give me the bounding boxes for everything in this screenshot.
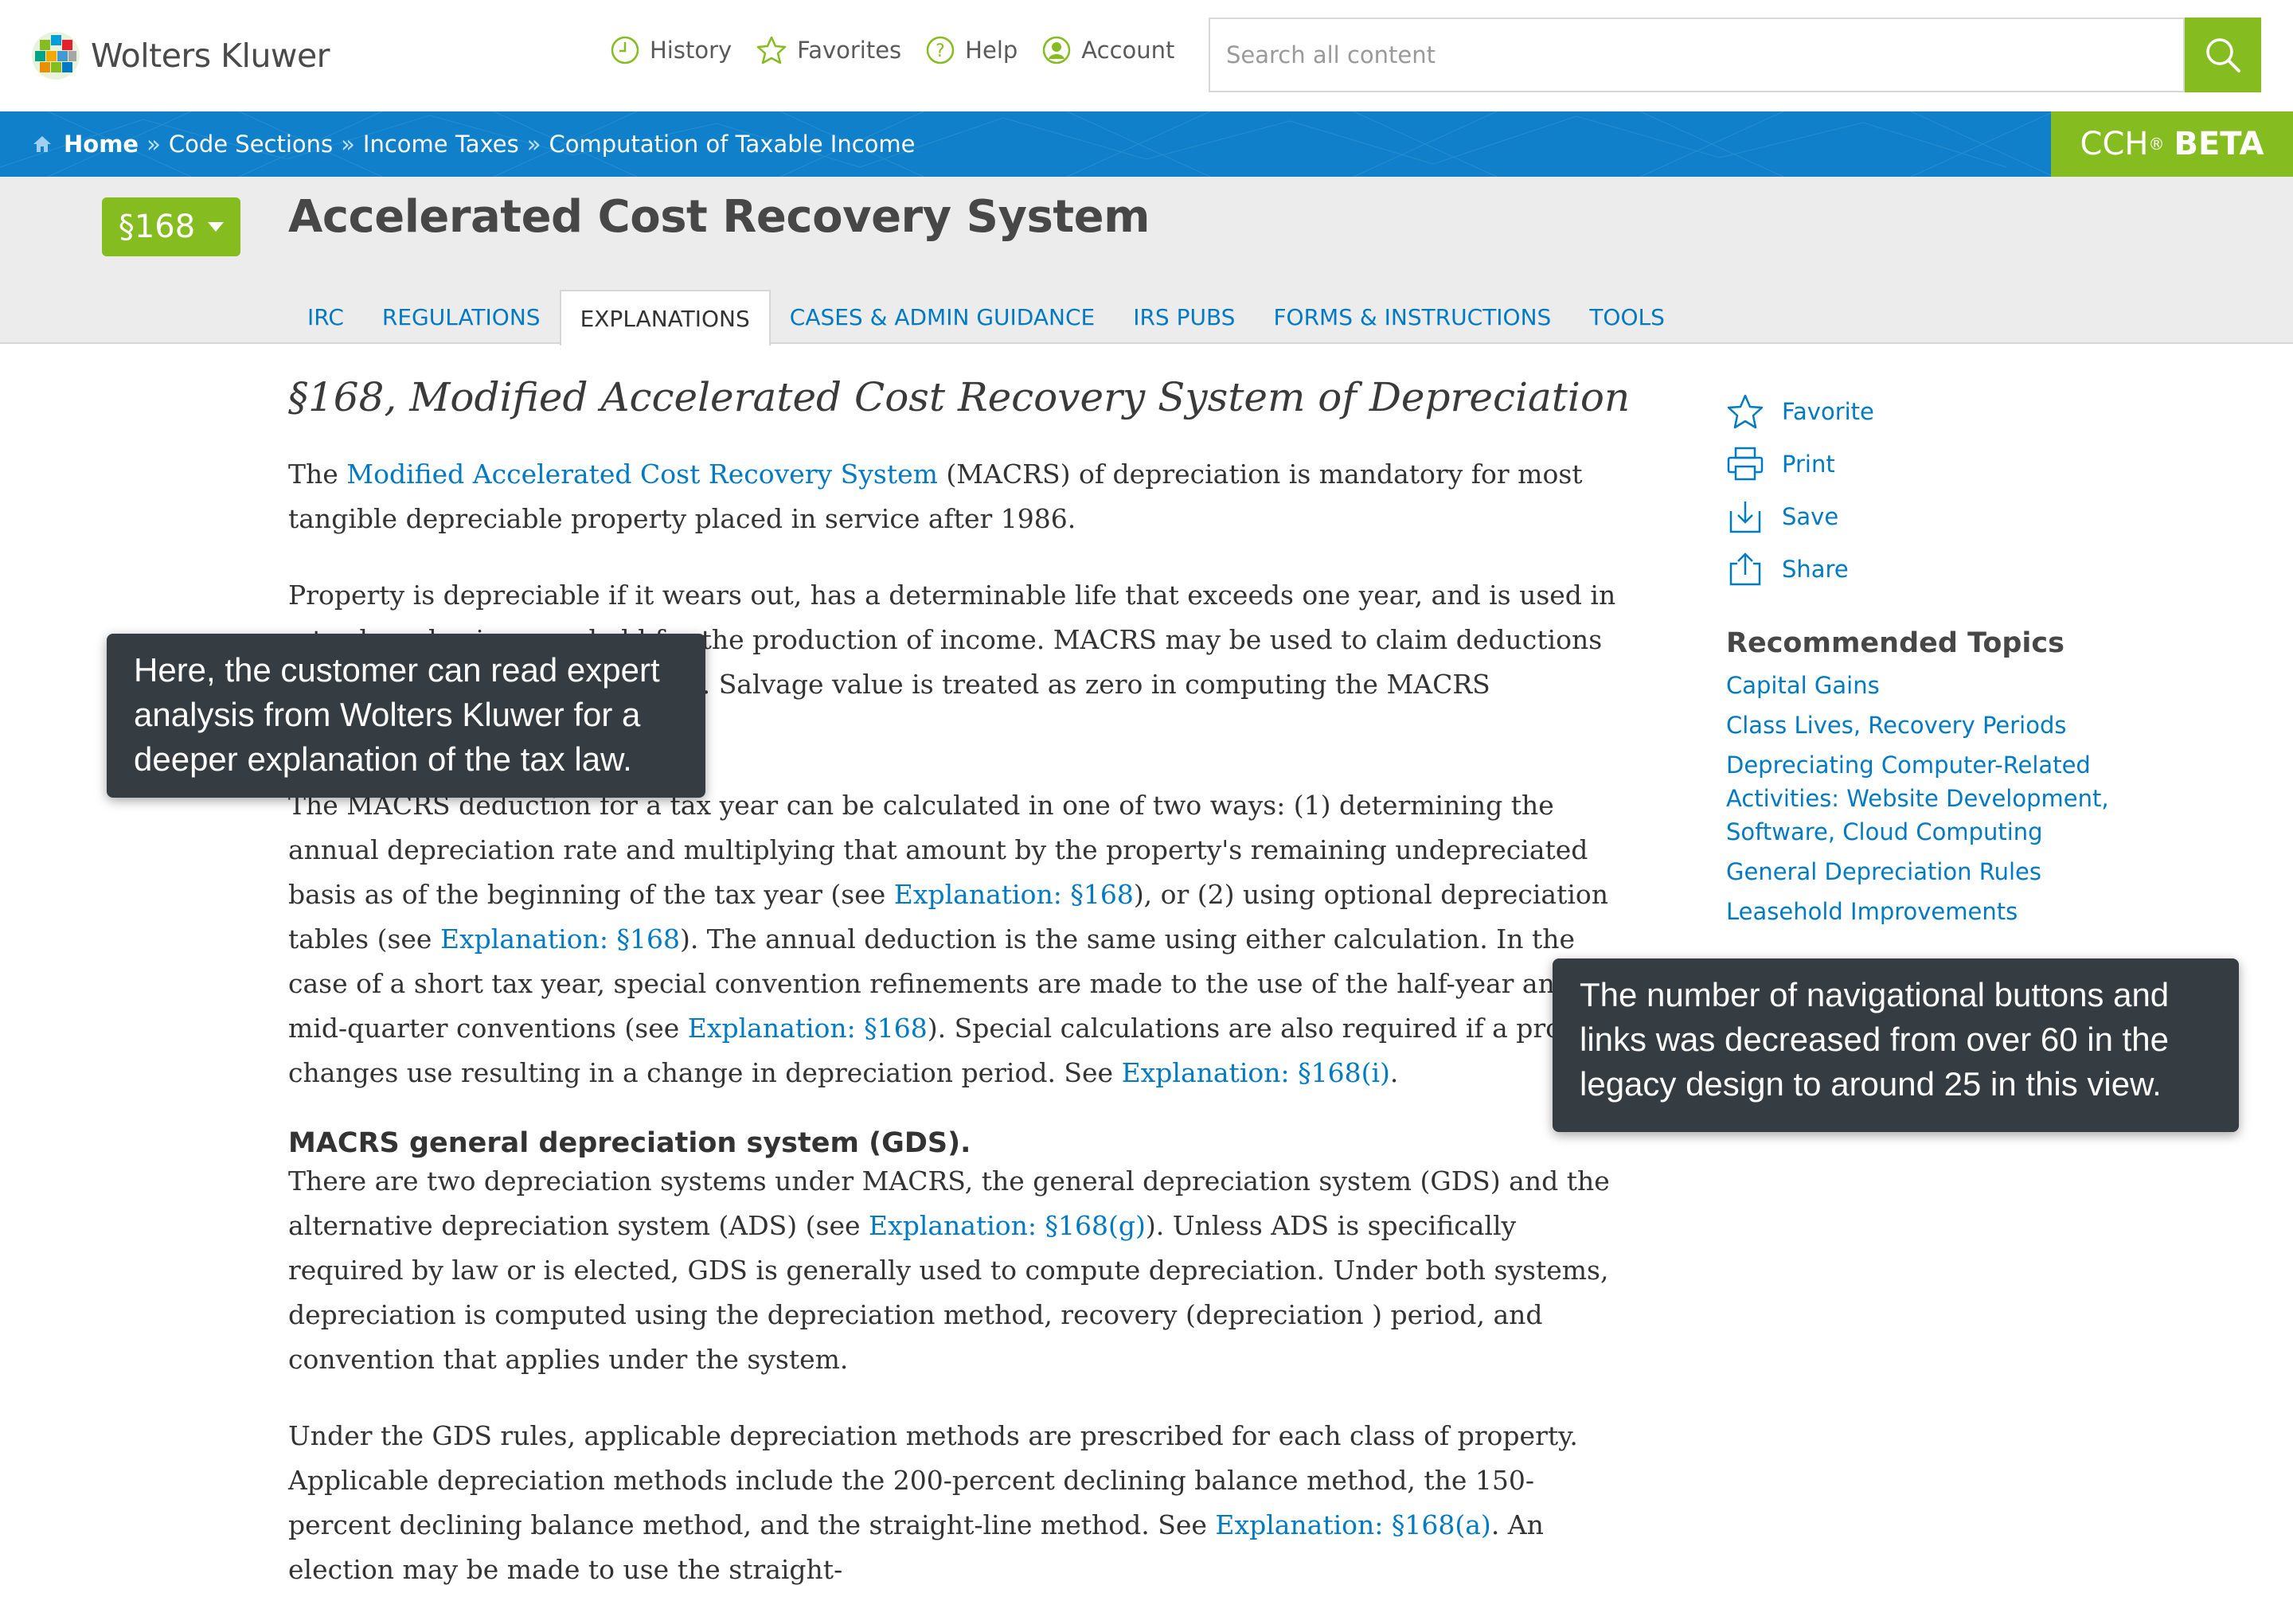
cch-label: CCH xyxy=(2080,126,2149,162)
search-field[interactable] xyxy=(1209,18,2185,92)
save-action[interactable]: Save xyxy=(1726,490,2204,543)
brand-name: Wolters Kluwer xyxy=(91,37,330,75)
recommended-topic-link[interactable]: Class Lives, Recovery Periods xyxy=(1726,709,2204,742)
download-icon xyxy=(1729,502,1761,533)
nav-favorites-label: Favorites xyxy=(797,37,902,64)
top-header: Wolters Kluwer History Favorites ? Help … xyxy=(0,0,2293,111)
account-icon xyxy=(1043,36,1071,64)
title-area: §168 Accelerated Cost Recovery System IR… xyxy=(0,177,2293,345)
nav-favorites[interactable]: Favorites xyxy=(756,35,901,65)
breadcrumb-separator: » xyxy=(526,131,541,158)
explanation-link[interactable]: Explanation: §168(i) xyxy=(1122,1057,1390,1088)
text-run: The xyxy=(288,459,347,490)
print-action[interactable]: Print xyxy=(1726,438,2204,490)
article-paragraph: The MACRS deduction for a tax year can b… xyxy=(288,783,1634,1095)
tab-cases-admin-guidance[interactable]: CASES & ADMIN GUIDANCE xyxy=(771,290,1114,344)
article-paragraph: There are two depreciation systems under… xyxy=(288,1159,1634,1382)
explanation-link[interactable]: Explanation: §168 xyxy=(688,1013,928,1044)
star-icon xyxy=(756,36,787,64)
macrs-link[interactable]: Modified Accelerated Cost Recovery Syste… xyxy=(346,459,938,490)
explanation-link[interactable]: Explanation: §168 xyxy=(894,879,1134,910)
tab-explanations[interactable]: EXPLANATIONS xyxy=(559,290,771,345)
help-icon: ? xyxy=(926,36,955,64)
search-button[interactable] xyxy=(2185,18,2261,92)
breadcrumb-separator: » xyxy=(341,131,355,158)
tab-regulations[interactable]: REGULATIONS xyxy=(363,290,560,344)
nav-account-label: Account xyxy=(1081,37,1175,64)
tab-irs-pubs[interactable]: IRS PUBS xyxy=(1114,290,1254,344)
print-icon xyxy=(1727,447,1764,481)
explanation-link[interactable]: Explanation: §168(g) xyxy=(869,1210,1146,1241)
tab-tools[interactable]: TOOLS xyxy=(1570,290,1684,344)
home-icon xyxy=(33,136,51,152)
tab-forms-instructions[interactable]: FORMS & INSTRUCTIONS xyxy=(1254,290,1570,344)
share-icon xyxy=(1729,552,1761,586)
section-dropdown-label: §168 xyxy=(118,209,196,245)
recommended-topic-link[interactable]: Capital Gains xyxy=(1726,669,2204,702)
svg-text:?: ? xyxy=(936,41,945,61)
recommended-topics-title: Recommended Topics xyxy=(1726,627,2065,659)
article-heading: §168, Modified Accelerated Cost Recovery… xyxy=(288,374,1631,420)
breadcrumb-computation-taxable-income[interactable]: Computation of Taxable Income xyxy=(549,131,916,158)
text-run: . xyxy=(1389,1057,1399,1088)
clock-icon xyxy=(611,36,639,64)
breadcrumb-code-sections[interactable]: Code Sections xyxy=(169,131,333,158)
top-navigation: History Favorites ? Help Account xyxy=(610,35,1198,65)
save-label: Save xyxy=(1782,503,1839,530)
page-title: Accelerated Cost Recovery System xyxy=(288,191,1150,243)
recommended-topics-list: Capital Gains Class Lives, Recovery Peri… xyxy=(1726,669,2204,928)
article-paragraph: The Modified Accelerated Cost Recovery S… xyxy=(288,452,1634,541)
recommended-topic-link[interactable]: General Depreciation Rules xyxy=(1726,855,2204,888)
breadcrumb-income-taxes[interactable]: Income Taxes xyxy=(363,131,519,158)
article-content: §168, Modified Accelerated Cost Recovery… xyxy=(288,374,1634,1624)
content-tabs: IRC REGULATIONS EXPLANATIONS CASES & ADM… xyxy=(288,290,1684,345)
nav-history[interactable]: History xyxy=(610,35,732,65)
article-subheading: MACRS general depreciation system (GDS). xyxy=(288,1127,971,1159)
recommended-topic-link[interactable]: Depreciating Computer-Related Activities… xyxy=(1726,748,2204,849)
star-icon xyxy=(1727,394,1764,429)
search-icon xyxy=(2206,38,2240,72)
section-dropdown-button[interactable]: §168 xyxy=(102,197,240,256)
annotation-callout: The number of navigational buttons and l… xyxy=(1553,958,2239,1132)
search-input[interactable] xyxy=(1210,19,2183,91)
annotation-callout: Here, the customer can read expert analy… xyxy=(107,634,705,798)
breadcrumb: Home » Code Sections » Income Taxes » Co… xyxy=(32,111,915,177)
recommended-topic-link[interactable]: Leasehold Improvements xyxy=(1726,895,2204,928)
nav-help[interactable]: ? Help xyxy=(925,35,1018,65)
caret-down-icon xyxy=(208,222,225,232)
share-action[interactable]: Share xyxy=(1726,543,2204,595)
breadcrumb-separator: » xyxy=(146,131,161,158)
explanation-link[interactable]: Explanation: §168 xyxy=(440,923,680,954)
brand-logo[interactable]: Wolters Kluwer xyxy=(30,30,330,81)
beta-label: BETA xyxy=(2174,126,2264,162)
share-label: Share xyxy=(1782,556,1849,583)
breadcrumb-bar: Home » Code Sections » Income Taxes » Co… xyxy=(0,111,2293,177)
favorite-action[interactable]: Favorite xyxy=(1726,385,2204,438)
explanation-link[interactable]: Explanation: §168(a) xyxy=(1215,1509,1490,1540)
breadcrumb-home[interactable]: Home xyxy=(64,131,139,158)
nav-help-label: Help xyxy=(965,37,1018,64)
article-paragraph: Under the GDS rules, applicable deprecia… xyxy=(288,1414,1634,1592)
nav-history-label: History xyxy=(650,37,732,64)
right-sidebar: Favorite Print Save Share Recommended To… xyxy=(1726,385,2204,935)
registered-mark: ® xyxy=(2148,135,2165,154)
wolters-kluwer-logo-icon xyxy=(30,30,81,81)
print-label: Print xyxy=(1782,451,1835,478)
tab-irc[interactable]: IRC xyxy=(288,290,363,344)
cch-beta-badge: CCH ® BETA xyxy=(2051,111,2293,177)
nav-account[interactable]: Account xyxy=(1041,35,1174,65)
favorite-label: Favorite xyxy=(1782,398,1874,425)
